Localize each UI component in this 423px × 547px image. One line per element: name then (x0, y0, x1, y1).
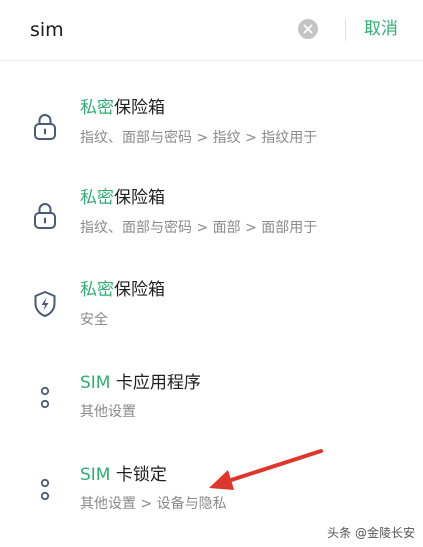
result-title: SIM 卡锁定 (80, 465, 167, 485)
shield-icon (32, 289, 58, 319)
search-bar: 取消 (0, 0, 423, 60)
lock-icon (32, 201, 58, 231)
search-divider (345, 18, 346, 41)
cancel-button[interactable]: 取消 (364, 17, 398, 41)
search-result-private-safe-fingerprint[interactable]: 私密保险箱 指纹、面部与密码 > 指纹 > 指纹用于 (0, 93, 423, 185)
result-title: 私密保险箱 (80, 98, 165, 118)
result-subtitle: 指纹、面部与密码 > 面部 > 面部用于 (80, 220, 318, 236)
search-result-private-safe-security[interactable]: 私密保险箱 安全 (0, 277, 423, 369)
watermark: 头条 @金陵长安 (327, 526, 415, 540)
search-result-private-safe-face[interactable]: 私密保险箱 指纹、面部与密码 > 面部 > 面部用于 (0, 185, 423, 277)
result-subtitle: 其他设置 > 设备与隐私 (80, 496, 227, 512)
result-title: SIM 卡应用程序 (80, 373, 201, 393)
search-result-sim-apps[interactable]: SIM 卡应用程序 其他设置 (0, 369, 423, 461)
lock-icon (32, 112, 58, 142)
search-input[interactable] (30, 15, 280, 45)
result-title: 私密保险箱 (80, 280, 165, 300)
result-subtitle: 其他设置 (80, 404, 136, 420)
result-subtitle: 指纹、面部与密码 > 指纹 > 指纹用于 (80, 130, 318, 146)
settings-search-screen: 取消 私密保险箱 指纹、面部与密码 > 指纹 > 指纹用于 私密保险箱 指纹、面… (0, 0, 423, 547)
more-dots-icon (38, 383, 52, 413)
header-divider (0, 60, 423, 61)
result-title: 私密保险箱 (80, 188, 165, 208)
clear-search-button[interactable] (298, 19, 318, 39)
more-dots-icon (38, 475, 52, 505)
result-subtitle: 安全 (80, 312, 108, 328)
close-icon (303, 24, 313, 34)
